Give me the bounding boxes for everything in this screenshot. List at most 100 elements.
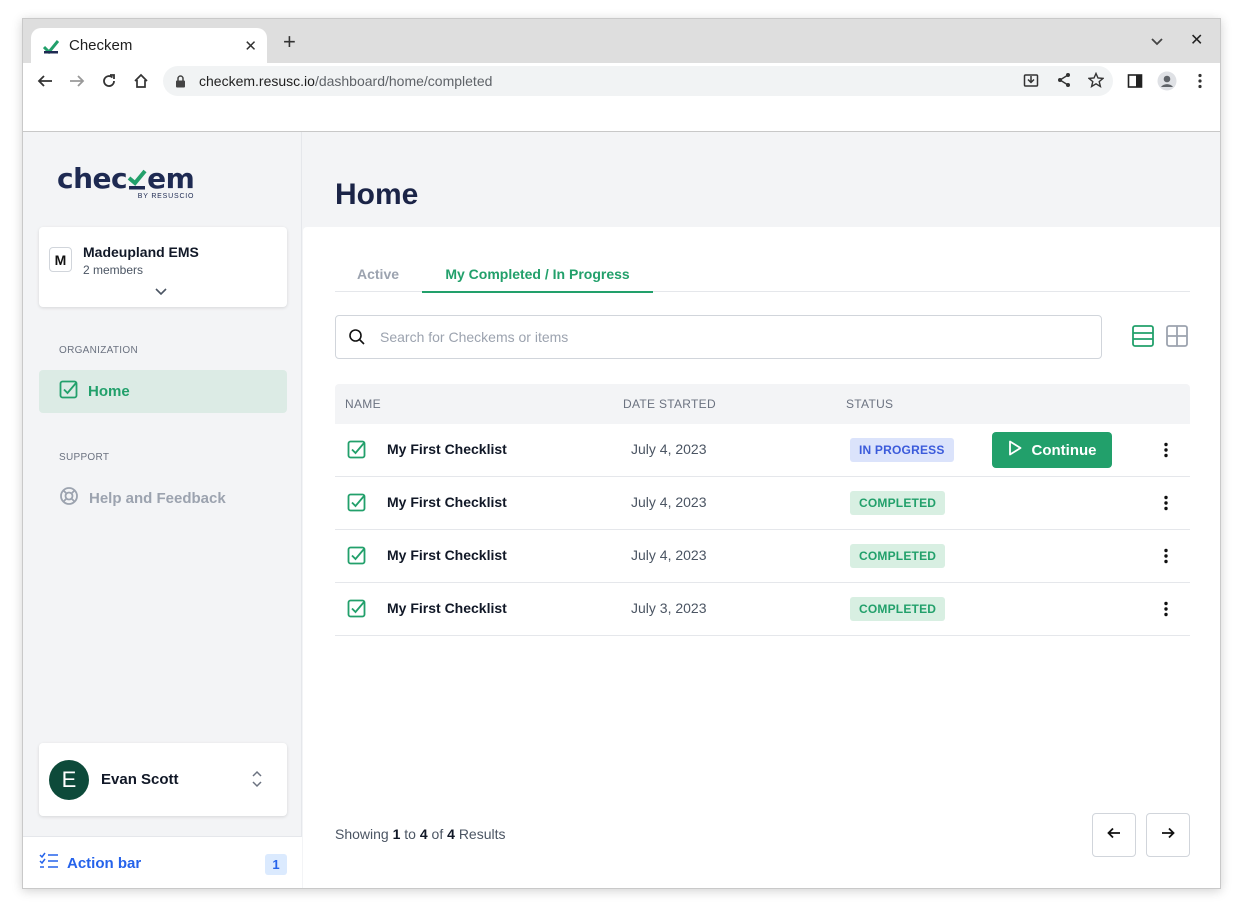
logo-text-b: em [147,162,195,195]
date-started: July 3, 2023 [631,600,707,616]
checklist-check-icon [347,440,366,464]
of-word: of [431,826,444,842]
org-switcher[interactable]: M Madeupland EMS 2 members [39,227,287,307]
chevron-up-down-icon [251,770,263,793]
row-menu-icon[interactable] [1155,545,1177,567]
row-menu-icon[interactable] [1155,439,1177,461]
org-avatar: M [49,247,72,272]
results-from: 1 [392,826,401,842]
table-row[interactable]: My First Checklist July 3, 2023 COMPLETE… [335,583,1190,636]
to-word: to [404,826,416,842]
section-label-organization: ORGANIZATION [59,345,138,356]
tab-bar: Active My Completed / In Progress [335,262,1190,293]
next-page-button[interactable] [1146,813,1190,857]
play-icon [1008,440,1022,461]
address-bar[interactable]: checkem.resusc.io /dashboard/home/comple… [163,66,1113,96]
install-icon[interactable] [1021,70,1041,90]
continue-label: Continue [1031,441,1097,459]
search-icon [348,328,366,346]
home-icon[interactable] [131,71,151,91]
checklist-name[interactable]: My First Checklist [387,547,507,563]
checklist-name[interactable]: My First Checklist [387,494,507,510]
column-header-date: DATE STARTED [623,397,716,411]
user-name: Evan Scott [101,771,179,788]
status-badge: IN PROGRESS [850,438,954,462]
results-word: Results [458,826,506,842]
back-arrow-icon[interactable] [35,71,55,91]
browser-tabstrip: Checkem ✕ + ✕ [23,19,1220,63]
url-host: checkem.resusc.io [199,73,315,89]
browser-tab[interactable]: Checkem ✕ [31,28,267,63]
checklist-check-icon [347,599,366,623]
date-started: July 4, 2023 [631,494,707,510]
side-panel-icon[interactable] [1125,71,1145,91]
lifebuoy-icon [59,486,79,511]
user-menu[interactable]: E Evan Scott [39,743,287,816]
showing-word: Showing [335,826,389,842]
profile-icon[interactable] [1157,71,1177,91]
window-close-icon[interactable]: ✕ [1190,30,1203,50]
arrow-left-icon [1107,826,1121,844]
logo-text-a: chec [57,162,128,195]
checklist-check-icon [347,493,366,517]
table-row[interactable]: My First Checklist July 4, 2023 IN PROGR… [335,424,1190,477]
results-total: 4 [447,826,455,842]
checklist-check-icon [347,546,366,570]
list-view-icon[interactable] [1131,324,1155,348]
search-placeholder: Search for Checkems or items [380,329,569,345]
checkem-favicon-icon [43,38,59,54]
action-bar-button[interactable]: Action bar 1 [23,836,302,888]
sidebar-item-label: Help and Feedback [89,490,226,507]
sidebar-item-help[interactable]: Help and Feedback [39,477,287,520]
checklist-icon [39,852,59,875]
date-started: July 4, 2023 [631,441,707,457]
column-header-status: STATUS [846,397,894,411]
status-badge: COMPLETED [850,544,946,568]
action-bar-count-badge: 1 [265,854,287,875]
table-row[interactable]: My First Checklist July 4, 2023 COMPLETE… [335,477,1190,530]
sidebar-item-home[interactable]: Home [39,370,287,413]
browser-window: Checkem ✕ + ✕ checkem.resusc.io /dashboa… [22,18,1221,889]
table-row[interactable]: My First Checklist July 4, 2023 COMPLETE… [335,530,1190,583]
kebab-menu-icon[interactable] [1190,71,1210,91]
lock-icon [175,74,189,88]
share-icon[interactable] [1054,70,1074,90]
continue-button[interactable]: Continue [992,432,1112,468]
star-icon[interactable] [1086,70,1106,90]
previous-page-button[interactable] [1092,813,1136,857]
status-badge: COMPLETED [850,597,946,621]
date-started: July 4, 2023 [631,547,707,563]
chevron-down-icon [155,283,167,301]
status-badge: COMPLETED [850,491,946,515]
logo-wordmark: chec em [57,162,195,195]
grid-view-icon[interactable] [1165,324,1189,348]
org-name: Madeupland EMS [83,244,199,260]
checklist-name[interactable]: My First Checklist [387,600,507,616]
sidebar: chec em BY RESUSCIO M Madeupland EMS 2 me… [23,132,302,888]
new-tab-icon[interactable]: + [283,31,296,53]
checklist-name[interactable]: My First Checklist [387,441,507,457]
tab-active[interactable]: Active [357,262,399,292]
close-tab-icon[interactable]: ✕ [244,37,257,55]
row-menu-icon[interactable] [1155,598,1177,620]
row-menu-icon[interactable] [1155,492,1177,514]
bookmarks-bar [23,99,1220,132]
search-input[interactable]: Search for Checkems or items [335,315,1102,359]
chevron-down-icon[interactable] [1151,33,1163,49]
column-header-name: NAME [345,397,381,411]
tab-completed-in-progress[interactable]: My Completed / In Progress [422,262,653,293]
url-path: /dashboard/home/completed [314,73,493,89]
section-label-support: SUPPORT [59,452,110,463]
org-member-count: 2 members [83,263,144,277]
browser-toolbar: checkem.resusc.io /dashboard/home/comple… [23,63,1220,99]
results-summary: Showing 1 to 4 of 4 Results [335,826,506,842]
main-panel: Active My Completed / In Progress Search… [303,227,1220,888]
results-to: 4 [419,826,428,842]
browser-tab-title: Checkem [69,37,133,54]
action-bar-label: Action bar [67,855,142,872]
app-root: chec em BY RESUSCIO M Madeupland EMS 2 me… [23,132,1220,888]
reload-icon[interactable] [99,71,119,91]
checkem-logo[interactable]: chec em BY RESUSCIO [57,162,195,201]
forward-arrow-icon[interactable] [67,71,87,91]
arrow-right-icon [1161,826,1175,844]
